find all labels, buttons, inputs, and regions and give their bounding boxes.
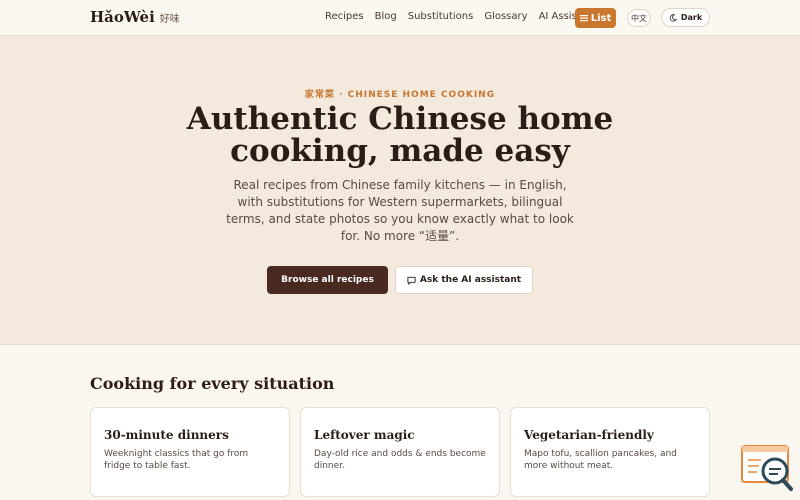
list-button-label: List	[590, 12, 612, 24]
search-document-icon	[741, 445, 793, 491]
ask-ai-button[interactable]: Ask the AI assistant	[395, 266, 533, 294]
list-button[interactable]: List	[575, 8, 616, 28]
card-description: Day-old rice and odds & ends become dinn…	[314, 449, 486, 471]
list-icon	[579, 15, 588, 22]
situation-card-leftover[interactable]: Leftover magic Day-old rice and odds & e…	[300, 407, 500, 497]
help-widget-button[interactable]	[741, 444, 793, 492]
site-header: HǎoWèi 好味 Recipes Blog Substitutions Glo…	[0, 0, 800, 36]
site-logo[interactable]: HǎoWèi 好味	[90, 8, 180, 26]
card-title: Vegetarian-friendly	[524, 428, 654, 442]
dark-mode-toggle[interactable]: Dark	[661, 8, 710, 27]
card-title: Leftover magic	[314, 428, 415, 442]
language-label: 中文	[631, 13, 647, 23]
nav-blog[interactable]: Blog	[375, 11, 397, 22]
language-toggle[interactable]: 中文	[627, 9, 651, 27]
ask-ai-label: Ask the AI assistant	[419, 275, 522, 285]
situation-card-vegetarian[interactable]: Vegetarian-friendly Mapo tofu, scallion …	[510, 407, 710, 497]
nav-substitutions[interactable]: Substitutions	[408, 11, 474, 22]
situation-card-30-minute[interactable]: 30-minute dinners Weeknight classics tha…	[90, 407, 290, 497]
browse-recipes-label: Browse all recipes	[281, 275, 374, 285]
chat-icon	[407, 276, 416, 285]
logo-chinese: 好味	[159, 14, 180, 25]
hero-description: Real recipes from Chinese family kitchen…	[226, 178, 574, 243]
hero-eyebrow: 家常菜 · CHINESE HOME COOKING	[304, 90, 496, 100]
moon-icon	[669, 13, 677, 21]
situations-title: Cooking for every situation	[90, 374, 335, 393]
logo-text: HǎoWèi	[90, 8, 155, 26]
card-title: 30-minute dinners	[104, 428, 229, 442]
card-description: Mapo tofu, scallion pancakes, and more w…	[524, 449, 677, 471]
card-description: Weeknight classics that go from fridge t…	[104, 449, 249, 471]
nav-recipes[interactable]: Recipes	[325, 11, 364, 22]
browse-recipes-button[interactable]: Browse all recipes	[267, 266, 388, 294]
nav-glossary[interactable]: Glossary	[484, 11, 527, 22]
main-nav: Recipes Blog Substitutions Glossary AI A…	[325, 11, 597, 22]
hero-title: Authentic Chinese home cooking, made eas…	[186, 101, 614, 169]
dark-mode-label: Dark	[680, 13, 703, 22]
hero-section: 家常菜 · CHINESE HOME COOKING Authentic Chi…	[0, 36, 800, 345]
